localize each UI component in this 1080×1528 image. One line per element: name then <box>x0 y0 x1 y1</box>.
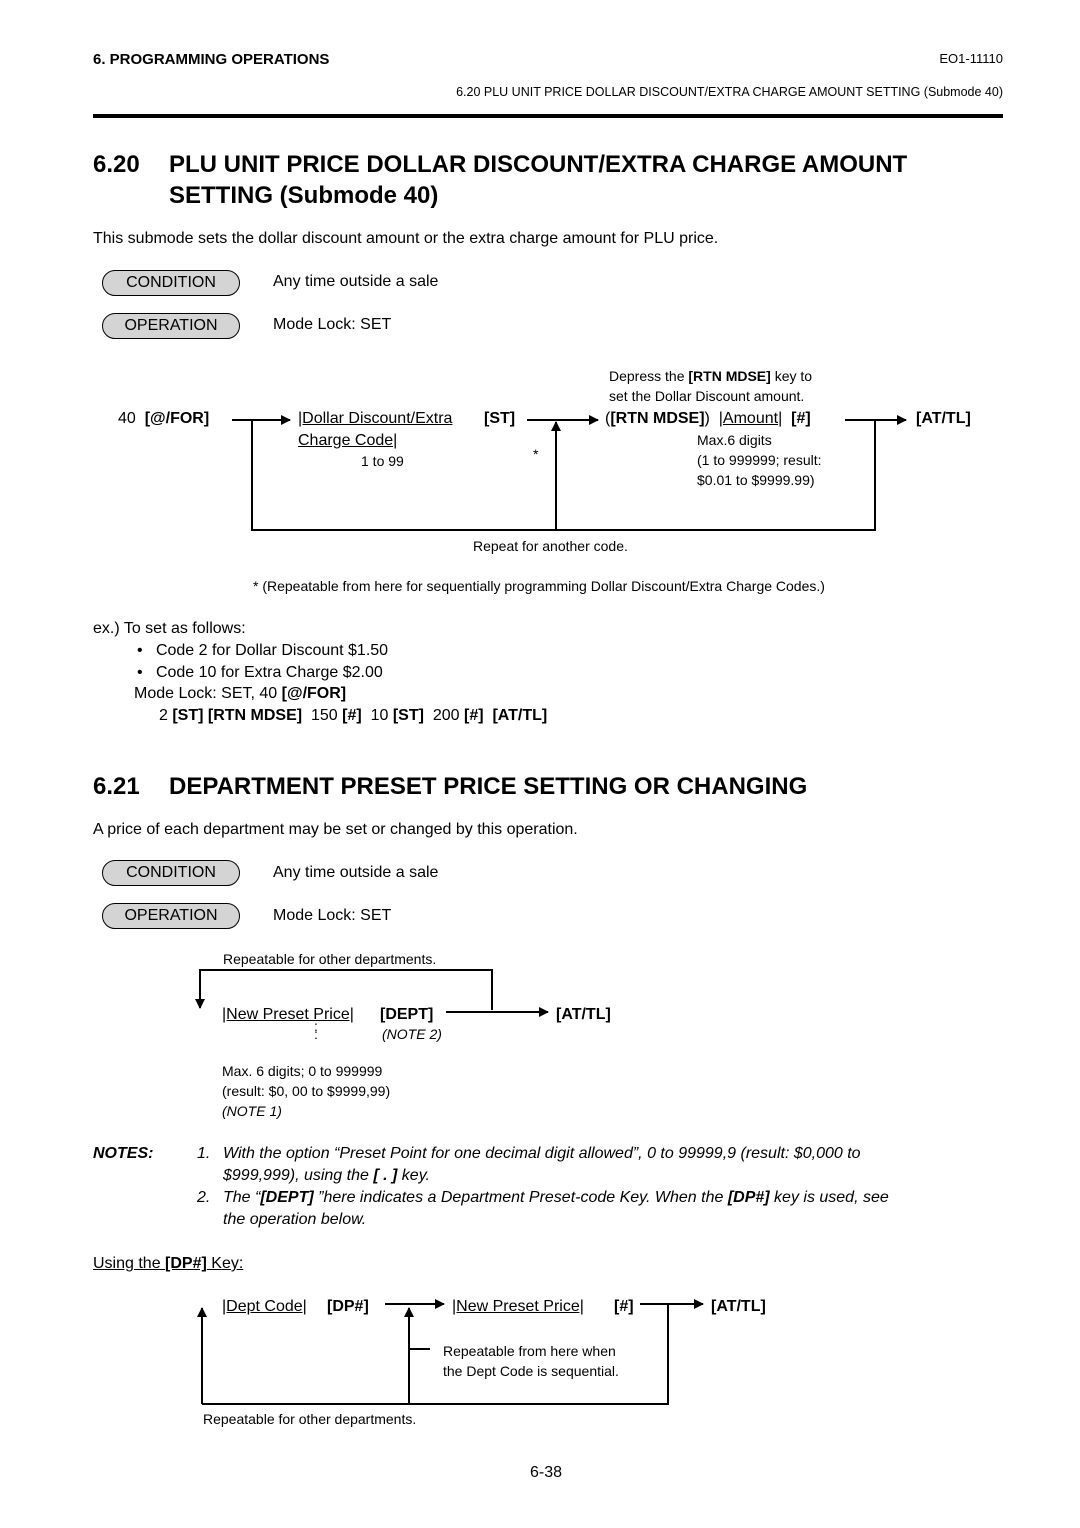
note-1-line1: With the option “Preset Point for one de… <box>223 1145 861 1162</box>
dotted-connector: :: <box>314 1018 318 1042</box>
amount-range2: $0.01 to $9999.99) <box>697 472 815 488</box>
dp-hash-key: [DP#] <box>327 1298 369 1315</box>
section-621-number: 6.21 <box>93 773 140 800</box>
notes-label: NOTES: <box>93 1145 154 1162</box>
at-tl-key: [AT/TL] <box>916 410 971 427</box>
example-key-sequence: 2 [ST] [RTN MDSE] 150 [#] 10 [ST] 200 [#… <box>159 707 548 724</box>
dp-key-heading: Using the [DP#] Key: <box>93 1255 244 1272</box>
condition-badge-621: CONDITION <box>102 860 240 886</box>
document-number: EO1-11110 <box>939 51 1003 66</box>
section-621-intro: A price of each department may be set or… <box>93 821 578 838</box>
repeat-label: Repeat for another code. <box>473 538 628 554</box>
dp-repeat-label: Repeatable for other departments. <box>203 1411 417 1427</box>
result-range: (result: $0, 00 to $9999,99) <box>222 1083 391 1099</box>
example-bullet-1: • Code 2 for Dollar Discount $1.50 <box>137 642 389 659</box>
flow-start: 40 [@/FOR] <box>118 410 210 427</box>
rtn-mdse-note-line1: Depress the [RTN MDSE] key to <box>609 368 813 384</box>
new-preset-price-field: |New Preset Price| <box>222 1006 354 1023</box>
note1-ref: (NOTE 1) <box>222 1103 282 1119</box>
amount-range1: (1 to 999999; result: <box>697 452 822 468</box>
dept-repeat-label: Repeatable for other departments. <box>223 951 437 967</box>
operation-badge-621: OPERATION <box>102 903 240 929</box>
sequential-note-line1: Repeatable from here when <box>443 1343 616 1359</box>
note-2-line2: the operation below. <box>223 1211 367 1228</box>
code-range: 1 to 99 <box>361 453 404 469</box>
condition-text: Any time outside a sale <box>273 273 439 290</box>
note-1-line2: $999,999), using the [ . ] key. <box>223 1167 430 1184</box>
example-bullet-2: • Code 10 for Extra Charge $2.00 <box>137 664 383 681</box>
note2-ref: (NOTE 2) <box>382 1026 442 1042</box>
dp-hash-confirm-key: [#] <box>614 1298 634 1315</box>
amount-max: Max.6 digits <box>697 432 772 448</box>
dp-new-preset-price-field: |New Preset Price| <box>452 1298 584 1315</box>
dept-at-tl-key: [AT/TL] <box>556 1006 611 1023</box>
section-620-intro: This submode sets the dollar discount am… <box>93 230 719 247</box>
dp-at-tl-key: [AT/TL] <box>711 1298 766 1315</box>
rtn-mdse-step: ([RTN MDSE]) |Amount| [#] <box>605 410 811 427</box>
note-2-line1: The “[DEPT] ”here indicates a Department… <box>223 1189 889 1206</box>
condition-text-621: Any time outside a sale <box>273 864 439 881</box>
dept-repeat-loop <box>195 969 493 1010</box>
dept-code-field: |Dept Code| <box>222 1298 307 1315</box>
note-2-number: 2. <box>197 1189 211 1206</box>
footnote: * (Repeatable from here for sequentially… <box>253 578 825 594</box>
asterisk-marker: * <box>533 446 539 462</box>
running-subheader: 6.20 PLU UNIT PRICE DOLLAR DISCOUNT/EXTR… <box>456 85 1003 99</box>
chapter-heading: 6. PROGRAMMING OPERATIONS <box>93 51 330 68</box>
dept-key: [DEPT] <box>380 1006 434 1023</box>
example-lead: ex.) To set as follows: <box>93 620 246 637</box>
section-620-number: 6.20 <box>93 151 140 178</box>
operation-text-621: Mode Lock: SET <box>273 907 392 924</box>
rtn-mdse-note-line2: set the Dollar Discount amount. <box>609 388 805 404</box>
code-field-line1: |Dollar Discount/Extra <box>298 410 453 427</box>
operation-badge: OPERATION <box>102 313 240 339</box>
operation-text: Mode Lock: SET <box>273 316 392 333</box>
section-621-title: DEPARTMENT PRESET PRICE SETTING OR CHANG… <box>169 773 808 800</box>
note-1-number: 1. <box>197 1145 211 1162</box>
code-field-line2: Charge Code| <box>298 432 398 449</box>
condition-badge: CONDITION <box>102 270 240 296</box>
example-mode-line: Mode Lock: SET, 40 [@/FOR] <box>134 685 347 702</box>
section-620-title-line1: PLU UNIT PRICE DOLLAR DISCOUNT/EXTRA CHA… <box>169 151 908 178</box>
header-rule <box>93 114 1003 118</box>
sequential-note-line2: the Dept Code is sequential. <box>443 1363 619 1379</box>
st-key: [ST] <box>484 410 516 427</box>
section-620-title-line2: SETTING (Submode 40) <box>169 182 439 209</box>
max-digits: Max. 6 digits; 0 to 999999 <box>222 1063 383 1079</box>
page-number: 6-38 <box>530 1464 563 1481</box>
